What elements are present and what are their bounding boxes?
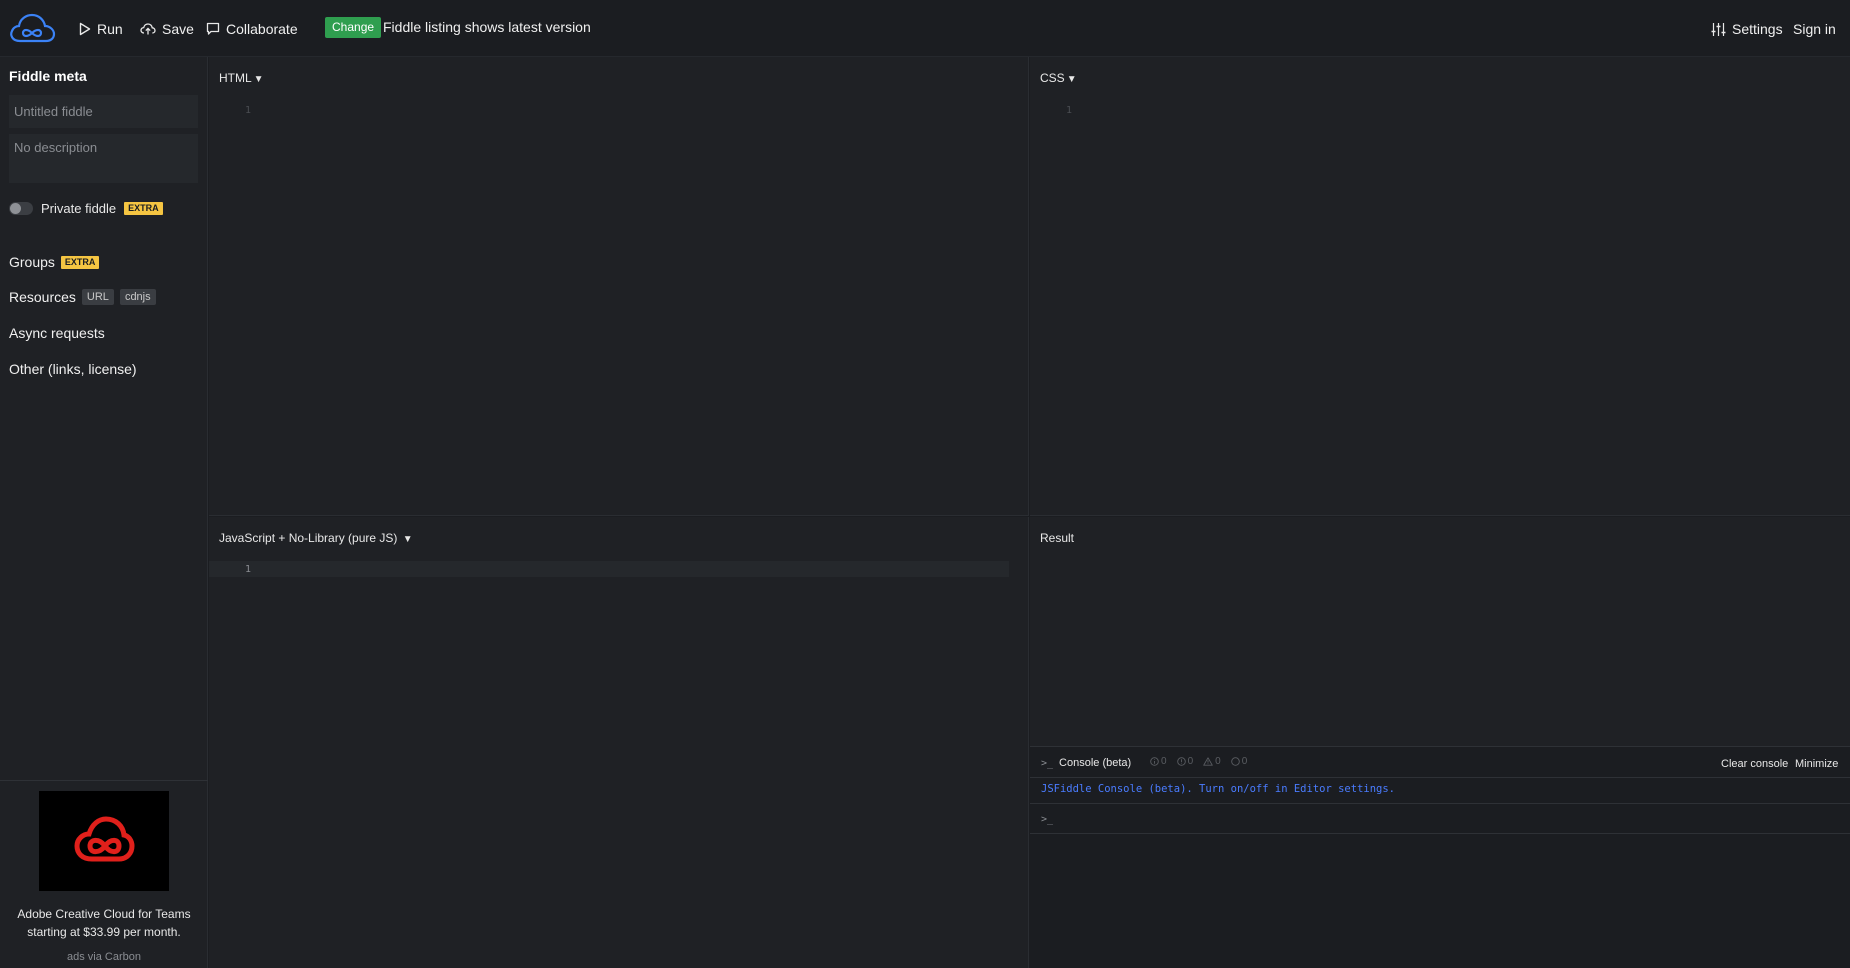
- play-icon: [79, 22, 91, 36]
- active-line-highlight: [209, 561, 1009, 577]
- line-number: 1: [245, 105, 252, 116]
- caret-down-icon: ▼: [253, 74, 264, 85]
- result-panel: Result: [1030, 517, 1850, 746]
- js-panel-title[interactable]: JavaScript + No-Library (pure JS) ▼: [219, 531, 413, 545]
- sidebar-divider: [0, 780, 208, 781]
- save-button[interactable]: Save: [140, 18, 194, 40]
- run-label: Run: [97, 21, 123, 37]
- ad-via-carbon[interactable]: ads via Carbon: [8, 951, 200, 963]
- warning-counter: 0: [1203, 756, 1221, 767]
- sidebar-title: Fiddle meta: [9, 68, 87, 84]
- private-fiddle-toggle[interactable]: [9, 202, 33, 215]
- creative-cloud-logo-icon: [74, 816, 135, 862]
- html-title-label: HTML: [219, 71, 252, 85]
- run-button[interactable]: Run: [79, 18, 123, 40]
- sidebar-item-async-requests[interactable]: Async requests: [9, 325, 105, 341]
- sidebar-item-resources[interactable]: Resources URL cdnjs: [9, 289, 156, 305]
- save-label: Save: [162, 21, 194, 37]
- log-counter: 0: [1230, 756, 1247, 767]
- fiddle-title-input[interactable]: [9, 95, 198, 128]
- caret-down-icon: ▼: [402, 534, 413, 545]
- console-header: >_ Console (beta) 0 0 0 0 Clear console …: [1030, 747, 1850, 778]
- result-panel-title: Result: [1040, 531, 1075, 545]
- ad-image[interactable]: [39, 791, 169, 891]
- sidebar-item-groups[interactable]: Groups EXTRA: [9, 254, 100, 270]
- cloud-upload-icon: [140, 22, 156, 36]
- info-icon: [1150, 757, 1159, 766]
- console-counters: 0 0 0 0: [1150, 756, 1247, 767]
- extra-badge: EXTRA: [124, 202, 163, 215]
- cdnjs-tag[interactable]: cdnjs: [119, 289, 156, 305]
- error-icon: [1176, 757, 1186, 766]
- warning-icon: [1203, 757, 1213, 766]
- console-panel: >_ Console (beta) 0 0 0 0 Clear console …: [1030, 746, 1850, 968]
- error-counter: 0: [1176, 756, 1193, 767]
- groups-label: Groups: [9, 254, 55, 270]
- css-panel-title[interactable]: CSS ▼: [1040, 71, 1077, 85]
- console-prompt: >_: [1041, 814, 1054, 825]
- css-editor-panel[interactable]: CSS ▼ 1: [1030, 57, 1850, 516]
- terminal-prompt-icon: >_: [1041, 757, 1054, 769]
- collaborate-label: Collaborate: [226, 21, 298, 37]
- settings-button[interactable]: Settings: [1711, 18, 1783, 40]
- console-message: JSFiddle Console (beta). Turn on/off in …: [1041, 783, 1396, 795]
- console-title: >_ Console (beta): [1041, 757, 1131, 769]
- chat-bubble-icon: [206, 22, 220, 36]
- private-fiddle-row: Private fiddle EXTRA: [9, 201, 163, 216]
- fiddle-description-input[interactable]: [9, 134, 198, 183]
- line-number: 1: [245, 564, 252, 575]
- change-button[interactable]: Change: [325, 17, 382, 38]
- minimize-console-button[interactable]: Minimize: [1795, 758, 1838, 770]
- log-icon: [1230, 757, 1240, 766]
- jsfiddle-logo-icon[interactable]: [8, 11, 56, 45]
- ad-text[interactable]: Adobe Creative Cloud for Teams starting …: [8, 905, 200, 941]
- sidebar-item-other[interactable]: Other (links, license): [9, 361, 137, 377]
- url-tag[interactable]: URL: [81, 289, 114, 305]
- html-editor-panel[interactable]: HTML ▼ 1: [209, 57, 1029, 516]
- console-input[interactable]: >_: [1030, 803, 1850, 834]
- info-counter: 0: [1150, 756, 1167, 767]
- caret-down-icon: ▼: [1066, 74, 1077, 85]
- private-fiddle-label: Private fiddle: [41, 201, 117, 216]
- collaborate-button[interactable]: Collaborate: [206, 18, 298, 40]
- extra-badge: EXTRA: [60, 255, 100, 269]
- line-number: 1: [1066, 105, 1073, 116]
- js-title-label: JavaScript + No-Library (pure JS): [219, 531, 398, 545]
- listing-notice: Fiddle listing shows latest version: [383, 19, 591, 35]
- top-navigation-bar: Run Save Collaborate Change Fiddle listi…: [0, 0, 1850, 57]
- html-panel-title[interactable]: HTML ▼: [219, 71, 264, 85]
- js-editor-panel[interactable]: JavaScript + No-Library (pure JS) ▼ 1: [209, 517, 1029, 968]
- fiddle-meta-sidebar: Fiddle meta Private fiddle EXTRA Groups …: [0, 57, 208, 968]
- settings-label: Settings: [1732, 21, 1783, 37]
- console-title-label: Console (beta): [1059, 757, 1132, 769]
- css-title-label: CSS: [1040, 71, 1065, 85]
- clear-console-button[interactable]: Clear console: [1721, 758, 1788, 770]
- sliders-icon: [1711, 22, 1726, 37]
- resources-label: Resources: [9, 289, 76, 305]
- sign-in-link[interactable]: Sign in: [1793, 21, 1836, 37]
